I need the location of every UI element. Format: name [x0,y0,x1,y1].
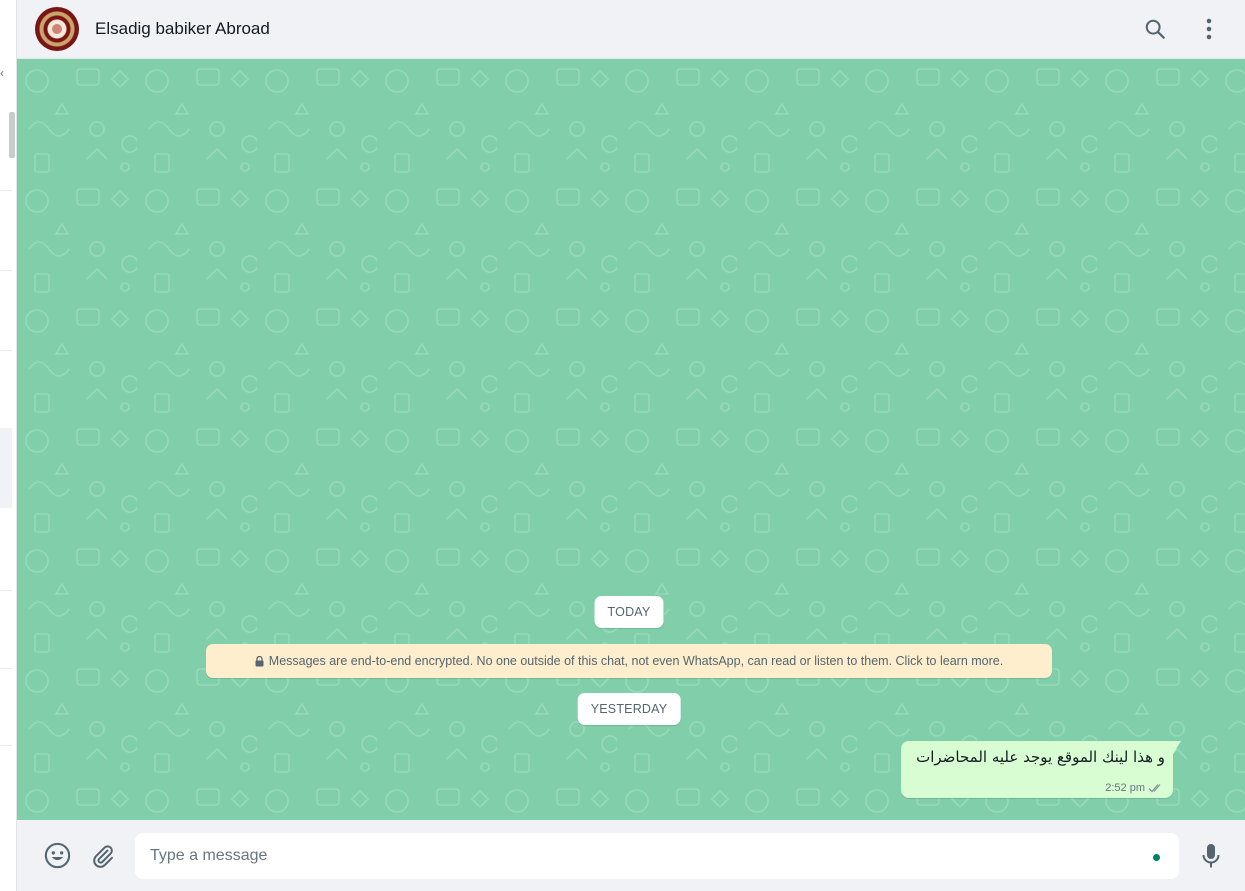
bubble-tail [1173,741,1181,754]
search-button[interactable] [1139,13,1171,45]
sidebar-divider [0,745,12,746]
menu-button[interactable] [1193,13,1225,45]
mic-icon [1202,843,1220,867]
sidebar-scrollbar[interactable] [9,112,15,158]
message-time: 2:52 pm [1105,782,1145,794]
emoji-icon [44,842,70,869]
sidebar-selected-chat[interactable] [0,428,12,508]
sidebar-divider [0,270,12,271]
date-chip-today: TODAY [594,596,664,628]
chat-panel[interactable]: TODAY Messages are end-to-end encrypted.… [17,59,1245,820]
outgoing-message[interactable]: و هذا لينك الموقع يوجد عليه المحاضرات 2:… [901,741,1181,798]
contact-avatar[interactable] [35,7,79,51]
chat-header: Elsadig babiker Abroad [17,0,1245,59]
sidebar-divider [0,350,12,351]
encryption-notice[interactable]: Messages are end-to-end encrypted. No on… [206,644,1052,678]
encryption-notice-text: Messages are end-to-end encrypted. No on… [268,654,1004,668]
emoji-button[interactable] [41,840,73,872]
voice-message-button[interactable] [1195,840,1227,872]
header-actions [1139,13,1225,45]
double-check-icon [1148,784,1161,793]
sidebar-divider [0,668,12,669]
message-meta: 2:52 pm [1105,782,1164,794]
menu-dots-icon [1206,18,1212,40]
message-text: و هذا لينك الموقع يوجد عليه المحاضرات [916,748,1165,766]
lock-icon [255,655,264,667]
sidebar-edge: ‹ [0,0,17,891]
chevron-left-icon[interactable]: ‹ [0,66,4,80]
message-composer [17,820,1245,891]
message-input[interactable] [135,832,1179,879]
sidebar-divider [0,590,12,591]
attach-icon [93,844,113,868]
sidebar-divider [0,190,12,191]
message-input-wrapper [119,832,1179,879]
contact-name[interactable]: Elsadig babiker Abroad [95,19,270,39]
status-dot-icon [1153,853,1160,861]
attach-button[interactable] [87,840,119,872]
search-icon [1145,19,1165,39]
date-chip-yesterday: YESTERDAY [577,693,681,725]
